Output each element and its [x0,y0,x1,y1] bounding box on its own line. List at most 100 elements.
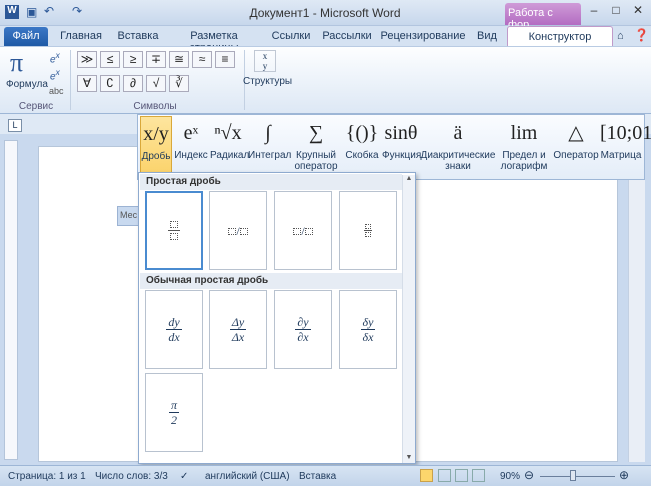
structures-button[interactable]: Структуры [243,76,292,87]
section-header-simple: Простая дробь [140,174,402,190]
maximize-icon[interactable]: □ [605,3,627,21]
common-fraction-tile[interactable]: π2 [145,373,203,452]
linear-icon[interactable]: ex [50,67,60,82]
symbol-button[interactable]: ∁ [100,74,120,92]
bracket-button[interactable]: {()} Скобка [344,116,380,176]
fraction-small-tile[interactable] [339,191,397,270]
scroll-down-icon[interactable]: ▼ [403,454,415,461]
zoom-out-icon[interactable]: ⊖ [524,468,534,482]
insert-mode[interactable]: Вставка [299,471,336,482]
tab-home[interactable]: Главная [58,27,104,46]
fraction-linear-tile[interactable]: / [274,191,332,270]
operator-label: Оператор [553,150,599,161]
tab-file[interactable]: Файл [4,27,48,46]
function-button[interactable]: sinθ Функция [382,116,421,176]
common-fraction-tile[interactable]: δy δx [339,290,397,369]
tab-selector-icon[interactable]: L [8,119,22,132]
common-fraction-tile[interactable]: ∂y ∂x [274,290,332,369]
denominator: δx [362,330,374,344]
denominator: 2 [170,413,177,427]
ribbon-collapse-icon[interactable]: ⌂ [617,30,624,42]
large-operator-button[interactable]: ∑ Крупный оператор [290,116,342,176]
accent-label: Диакритические знаки [420,150,496,172]
close-icon[interactable]: ✕ [627,3,649,21]
outline-icon[interactable] [472,469,485,482]
radical-button[interactable]: ⁿ√x Радикал [210,116,250,176]
symbol-gallery: ≫ ≤ ≥ ∓ ≅ ≈ ≡ ∀ ∁ ∂ √ ∛ [77,51,237,95]
zoom-thumb[interactable] [570,470,576,481]
denominator: dx [168,330,180,344]
redo-icon[interactable]: ↷ [72,4,82,18]
web-layout-icon[interactable] [455,469,468,482]
matrix-button[interactable]: [10;01] Матрица [600,116,651,176]
integral-icon: ∫ [265,122,271,144]
vertical-ruler [4,140,18,460]
structures-icon[interactable]: xy [254,50,276,72]
large-operator-icon: ∑ [308,122,324,144]
group-label-service: Сервис [18,101,54,112]
symbol-button[interactable]: ∓ [146,51,166,68]
reading-layout-icon[interactable] [438,469,451,482]
symbol-button[interactable]: ≤ [100,51,120,68]
fraction-skewed-tile[interactable]: / [209,191,267,270]
limit-log-button[interactable]: lim Предел и логарифм [498,116,550,176]
symbol-button[interactable]: ≥ [123,51,143,68]
numerator: δy [360,315,376,330]
print-layout-icon[interactable] [420,469,433,482]
gallery-scrollbar[interactable]: ▲ ▼ [402,175,415,463]
language[interactable]: английский (США) [205,471,290,482]
professional-icon[interactable]: ex [50,50,60,65]
limit-log-label: Предел и логарифм [500,150,548,172]
undo-icon[interactable]: ↶ [44,4,54,18]
tab-insert[interactable]: Вставка [110,27,166,46]
normal-text-icon[interactable]: abc [49,86,64,96]
window-title: Документ1 - Microsoft Word [249,6,401,20]
fraction-label: Дробь [141,151,171,162]
tab-references[interactable]: Ссылки [266,27,316,46]
zoom-slider[interactable] [540,476,615,477]
tab-review[interactable]: Рецензирование [378,27,468,46]
symbol-button[interactable]: ∛ [169,74,189,92]
tab-mailings[interactable]: Рассылки [320,27,374,46]
tab-view[interactable]: Вид [474,27,500,46]
symbol-button[interactable]: ≅ [169,51,189,68]
integral-button[interactable]: ∫ Интеграл [248,116,292,176]
symbol-button[interactable]: ∂ [123,74,143,92]
accent-button[interactable]: ä Диакритические знаки [420,116,496,176]
help-icon[interactable]: ❓ [634,28,649,42]
fraction-button[interactable]: x/y Дробь [140,116,172,176]
group-label-symbols: Символы [133,101,177,112]
integral-label: Интеграл [248,150,292,161]
section-header-common: Обычная простая дробь [140,273,402,289]
save-icon[interactable]: ▣ [26,5,37,19]
numerator: Δy [229,315,247,330]
radical-icon: ⁿ√x [214,122,242,144]
symbol-button[interactable]: ≫ [77,51,97,68]
equation-placeholder[interactable]: Мес [117,206,139,226]
bracket-label: Скобка [345,150,379,161]
symbol-button[interactable]: ∀ [77,74,97,92]
pi-icon[interactable]: π [10,48,23,78]
proofing-icon[interactable]: ✓ [180,471,188,482]
status-bar: Страница: 1 из 1 Число слов: 3/3 ✓ англи… [0,465,651,486]
zoom-level[interactable]: 90% [500,471,520,482]
formula-button[interactable]: Формула [6,79,48,90]
page-count[interactable]: Страница: 1 из 1 [8,471,86,482]
scroll-up-icon[interactable]: ▲ [403,175,415,182]
radical-label: Радикал [210,150,250,161]
tab-layout[interactable]: Разметка страницы [166,27,262,54]
zoom-in-icon[interactable]: ⊕ [619,468,629,482]
tab-design[interactable]: Конструктор [507,26,613,47]
operator-button[interactable]: △ Оператор [553,116,599,176]
script-button[interactable]: eˣ Индекс [174,116,208,176]
fraction-gallery: Простая дробь / / Обычная простая дробь … [138,172,416,464]
matrix-icon: [10;01] [600,122,651,144]
word-count[interactable]: Число слов: 3/3 [95,471,168,482]
common-fraction-tile[interactable]: dy dx [145,290,203,369]
symbol-button[interactable]: ≈ [192,51,212,68]
minimize-icon[interactable]: – [583,3,605,21]
fraction-stacked-tile[interactable] [145,191,203,270]
common-fraction-tile[interactable]: Δy Δx [209,290,267,369]
symbol-button[interactable]: ≡ [215,51,235,68]
symbol-button[interactable]: √ [146,74,166,92]
